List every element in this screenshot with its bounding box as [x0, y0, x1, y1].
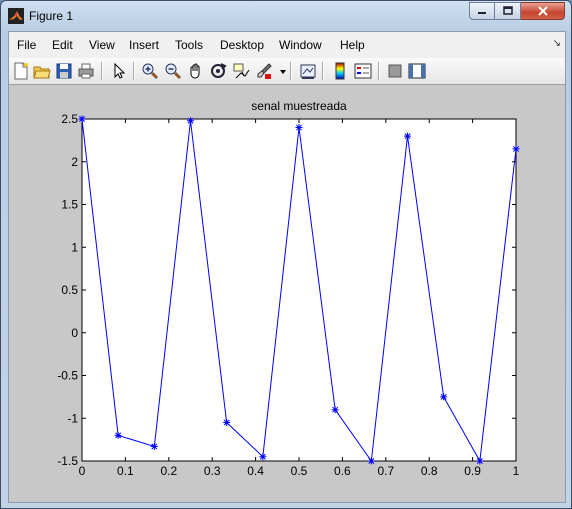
data-point-marker — [440, 393, 448, 401]
data-point-marker — [223, 419, 231, 427]
data-point-marker — [187, 117, 194, 125]
x-tick-label: 0.1 — [117, 464, 134, 478]
maximize-button[interactable] — [495, 2, 521, 20]
open-icon — [33, 66, 51, 79]
y-tick-label: 2 — [71, 155, 78, 169]
save-button[interactable] — [55, 62, 73, 80]
hide-plot-tools-button[interactable] — [386, 62, 404, 80]
menu-insert[interactable]: Insert — [129, 38, 159, 52]
x-tick-label: 0.2 — [160, 464, 177, 478]
menu-file[interactable]: File — [17, 38, 36, 52]
open-button[interactable] — [33, 62, 51, 80]
colorbar-icon — [335, 62, 345, 80]
brush-dropdown[interactable] — [274, 62, 286, 80]
menu-bar: File Edit View Insert Tools Desktop Wind… — [9, 32, 565, 59]
y-tick-label: -1.5 — [57, 454, 78, 468]
y-tick-label: 1 — [71, 240, 78, 254]
y-tick-label: -1 — [67, 411, 78, 425]
hide-plot-tools-icon — [388, 64, 402, 78]
data-cursor-icon — [233, 63, 250, 79]
zoom-out-icon — [165, 63, 182, 80]
new-figure-button[interactable] — [12, 62, 30, 80]
data-point-marker — [404, 132, 411, 140]
print-icon — [78, 63, 94, 79]
link-plot-button[interactable] — [299, 62, 317, 80]
dock-arrow-icon[interactable]: ↘ — [553, 38, 561, 49]
x-tick-label: 0.9 — [464, 464, 481, 478]
figure-canvas[interactable]: senal muestreada 0 0.1 0.2 0.3 0.4 0.5 0.6 0.7 0… — [9, 85, 565, 502]
menu-edit[interactable]: Edit — [52, 38, 73, 52]
x-tick-label: 0.5 — [291, 464, 308, 478]
rotate-3d-button[interactable] — [209, 62, 227, 80]
data-point-marker — [259, 453, 267, 461]
y-tick-label: 0 — [71, 326, 78, 340]
pan-button[interactable] — [187, 62, 205, 80]
x-tick-label: 0.6 — [334, 464, 351, 478]
zoom-in-icon — [142, 63, 159, 80]
maximize-icon — [502, 6, 513, 15]
data-cursor-button[interactable] — [232, 62, 250, 80]
legend-icon — [354, 63, 372, 79]
data-point-marker — [114, 431, 122, 439]
toolbar-separator — [378, 62, 380, 80]
data-point-marker — [331, 406, 339, 414]
toolbar-separator — [290, 62, 292, 80]
menu-view[interactable]: View — [89, 38, 115, 52]
window-title: Figure 1 — [29, 9, 74, 23]
menu-desktop[interactable]: Desktop — [220, 38, 264, 52]
pan-icon — [190, 63, 200, 79]
toolbar-separator — [133, 62, 135, 80]
data-point-marker — [295, 124, 303, 132]
toolbar-separator — [322, 62, 324, 80]
insert-legend-button[interactable] — [354, 62, 372, 80]
link-plot-icon — [300, 64, 316, 79]
data-point-marker — [476, 457, 484, 465]
x-tick-label: 0.7 — [377, 464, 394, 478]
edit-plot-button[interactable] — [110, 62, 128, 80]
data-point-marker — [367, 457, 375, 465]
figure-window: Figure 1 File Edit View Insert Tools Des… — [0, 0, 572, 509]
zoom-out-button[interactable] — [164, 62, 182, 80]
data-point-marker — [512, 145, 520, 153]
y-tick-label: 0.5 — [61, 283, 78, 297]
rotate-icon — [211, 63, 227, 78]
menu-window[interactable]: Window — [279, 38, 322, 52]
x-tick-label: 0.4 — [247, 464, 264, 478]
pointer-icon — [114, 62, 126, 79]
zoom-in-button[interactable] — [141, 62, 159, 80]
figure-client-area: File Edit View Insert Tools Desktop Wind… — [8, 31, 566, 503]
menu-help[interactable]: Help — [340, 38, 365, 52]
show-plot-tools-button[interactable] — [408, 62, 426, 80]
y-tick-label: 2.5 — [61, 112, 78, 126]
toolbar-separator — [101, 62, 103, 80]
save-icon — [56, 63, 72, 79]
brush-icon — [257, 63, 272, 79]
matlab-logo-icon — [8, 8, 24, 24]
plot-title: senal muestreada — [251, 99, 347, 113]
x-tick-label: 0 — [79, 464, 86, 478]
x-tick-label: 1 — [513, 464, 520, 478]
line-plot[interactable]: senal muestreada 0 0.1 0.2 0.3 0.4 0.5 0.6 0.7 0… — [9, 85, 565, 502]
figure-toolbar — [9, 58, 565, 85]
brush-button[interactable] — [255, 62, 273, 80]
insert-colorbar-button[interactable] — [331, 62, 349, 80]
close-icon — [537, 6, 548, 16]
close-button[interactable] — [521, 2, 565, 20]
x-tick-label: 0.8 — [421, 464, 438, 478]
data-point-marker — [150, 442, 158, 450]
menu-tools[interactable]: Tools — [175, 38, 203, 52]
x-tick-label: 0.3 — [204, 464, 221, 478]
title-bar[interactable]: Figure 1 — [1, 1, 571, 31]
minimize-icon — [478, 12, 486, 14]
data-point-marker — [78, 115, 86, 123]
minimize-button[interactable] — [469, 2, 495, 20]
y-tick-label: 1.5 — [61, 198, 78, 212]
print-button[interactable] — [77, 62, 95, 80]
new-figure-icon — [14, 62, 28, 80]
show-plot-tools-icon — [408, 63, 426, 79]
y-tick-label: -0.5 — [57, 369, 78, 383]
